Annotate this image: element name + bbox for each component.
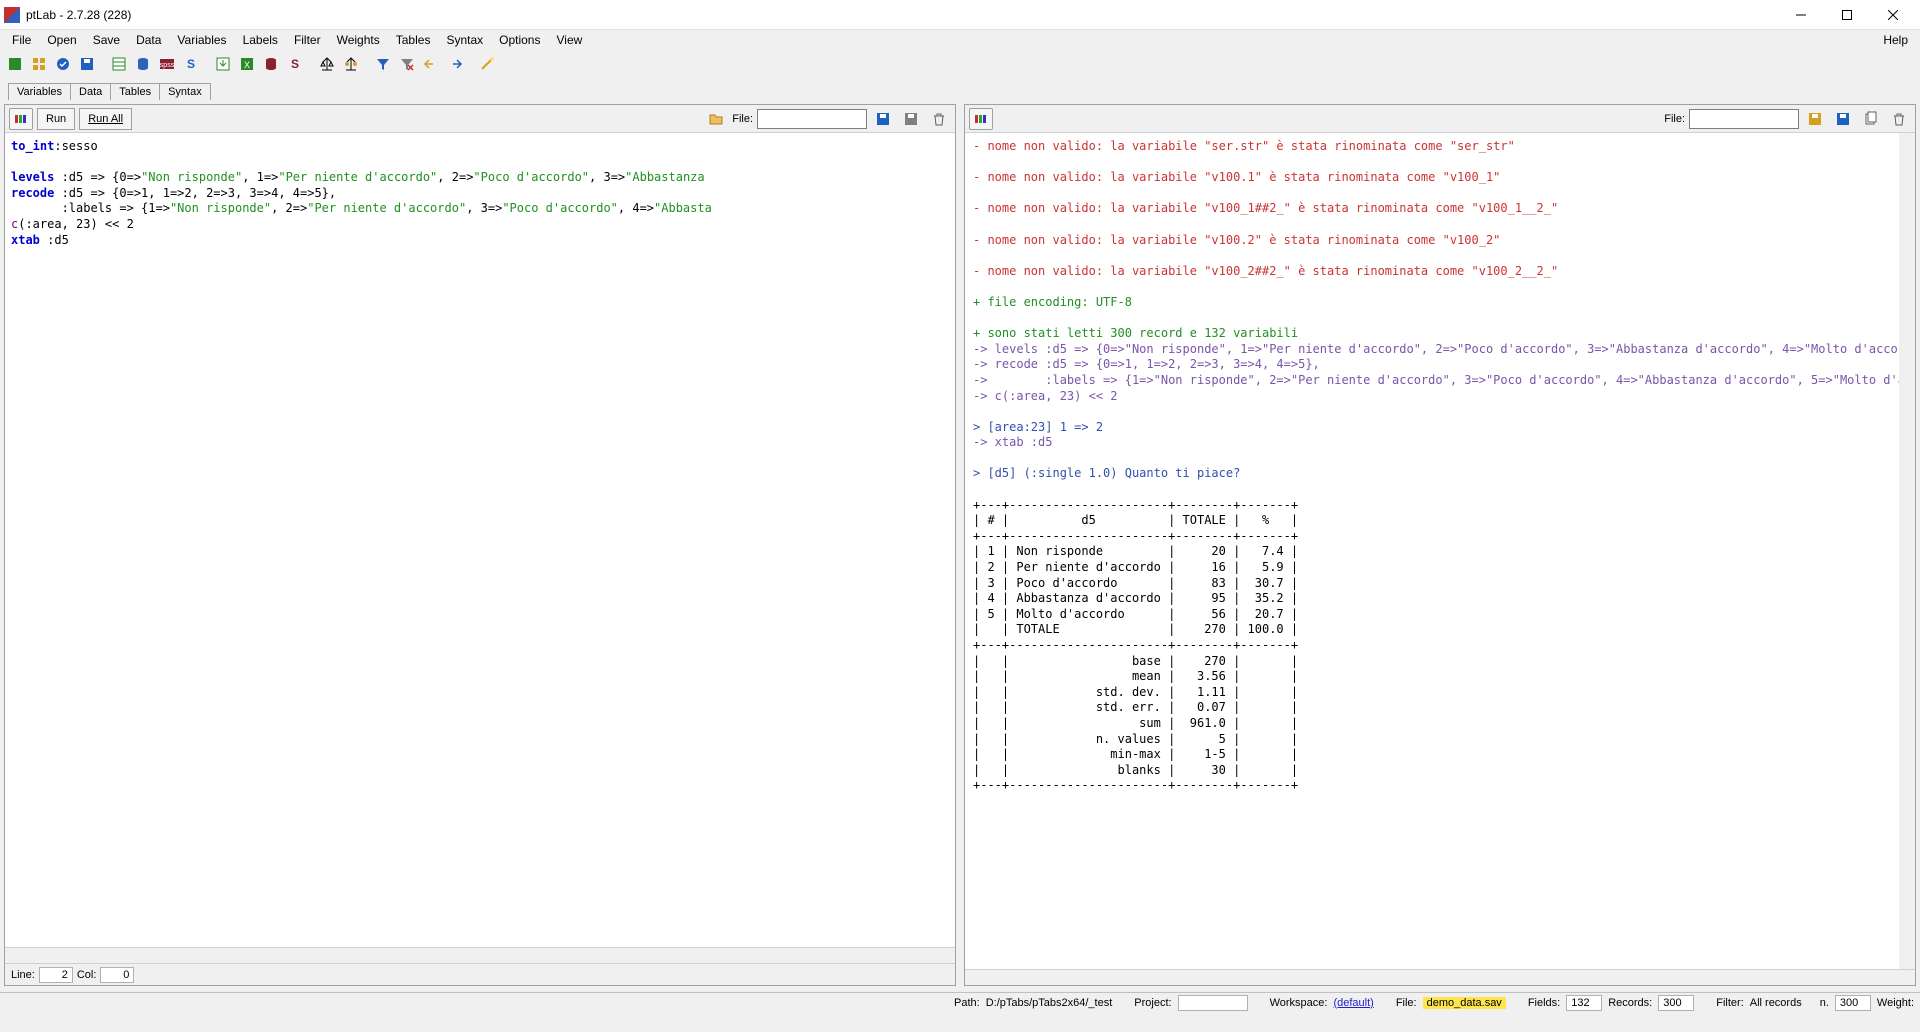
trash-icon[interactable] [927, 108, 951, 130]
editor-file-input[interactable] [757, 109, 867, 129]
status-filter-value: All records [1750, 997, 1802, 1009]
tab-syntax[interactable]: Syntax [159, 83, 211, 100]
tb-balance-icon[interactable] [316, 53, 338, 75]
output-copy-icon[interactable] [1859, 108, 1883, 130]
menu-labels[interactable]: Labels [235, 31, 286, 49]
output-console[interactable]: - nome non valido: la variabile "ser.str… [965, 133, 1899, 969]
tb-spss-icon[interactable]: spss [156, 53, 178, 75]
output-save-as-icon[interactable] [1831, 108, 1855, 130]
menu-open[interactable]: Open [39, 31, 84, 49]
col-value: 0 [100, 967, 134, 983]
tb-refresh-icon[interactable] [52, 53, 74, 75]
open-file-icon[interactable] [704, 108, 728, 130]
svg-text:S: S [291, 57, 299, 71]
tab-variables[interactable]: Variables [8, 83, 71, 100]
menu-data[interactable]: Data [128, 31, 169, 49]
tb-s2-icon[interactable]: S [284, 53, 306, 75]
close-button[interactable] [1870, 0, 1916, 30]
maximize-button[interactable] [1824, 0, 1870, 30]
save-as-icon[interactable] [899, 108, 923, 130]
line-label: Line: [11, 969, 35, 981]
menu-bar: File Open Save Data Variables Labels Fil… [0, 30, 1920, 50]
main-toolbar: spss S X S [0, 50, 1920, 78]
status-path-label: Path: [954, 997, 980, 1009]
status-project-value [1178, 995, 1248, 1011]
output-vscroll[interactable] [1899, 133, 1915, 969]
tab-data[interactable]: Data [70, 83, 111, 100]
status-filter-label: Filter: [1716, 997, 1744, 1009]
status-fields-value: 132 [1566, 995, 1602, 1011]
menu-view[interactable]: View [548, 31, 590, 49]
svg-text:S: S [187, 57, 195, 71]
editor-file-label: File: [732, 113, 753, 125]
app-icon [4, 7, 20, 23]
menu-help[interactable]: Help [1875, 31, 1916, 49]
status-path-value: D:/pTabs/pTabs2x64/_test [986, 997, 1113, 1009]
tb-excel-icon[interactable]: X [236, 53, 258, 75]
tb-s-icon[interactable]: S [180, 53, 202, 75]
status-bar: Path: D:/pTabs/pTabs2x64/_test Project: … [0, 992, 1920, 1012]
tb-grid-icon[interactable] [28, 53, 50, 75]
status-n-label: n. [1820, 997, 1829, 1009]
tb-save-icon[interactable] [76, 53, 98, 75]
tb-db-icon[interactable] [132, 53, 154, 75]
run-all-button[interactable]: Run All [79, 108, 132, 130]
editor-status-bar: Line: 2 Col: 0 [5, 963, 955, 985]
save-icon[interactable] [871, 108, 895, 130]
status-records-label: Records: [1608, 997, 1652, 1009]
menu-file[interactable]: File [4, 31, 39, 49]
output-trash-icon[interactable] [1887, 108, 1911, 130]
tab-tables[interactable]: Tables [110, 83, 160, 100]
svg-text:spss: spss [160, 62, 175, 69]
tb-balance2-icon[interactable] [340, 53, 362, 75]
workspace-tabs: Variables Data Tables Syntax [0, 78, 1920, 100]
status-records-value: 300 [1658, 995, 1694, 1011]
col-label: Col: [77, 969, 97, 981]
tb-export-icon[interactable] [212, 53, 234, 75]
status-workspace-label: Workspace: [1270, 997, 1328, 1009]
status-weight-label: Weight: [1877, 997, 1914, 1009]
editor-toolbar: Run Run All File: [5, 105, 955, 133]
status-file-label: File: [1396, 997, 1417, 1009]
status-fields-label: Fields: [1528, 997, 1560, 1009]
svg-text:X: X [244, 60, 250, 70]
output-pane: File: - nome non valido: la variabile "s… [964, 104, 1916, 986]
editor-hscroll[interactable] [5, 947, 955, 963]
tb-table-green-icon[interactable] [108, 53, 130, 75]
minimize-button[interactable] [1778, 0, 1824, 30]
tb-funnel-icon[interactable] [372, 53, 394, 75]
tb-redo-icon[interactable] [444, 53, 466, 75]
tb-run-icon[interactable] [4, 53, 26, 75]
title-bar: ptLab - 2.7.28 (228) [0, 0, 1920, 30]
output-toolbar: File: [965, 105, 1915, 133]
syntax-editor[interactable]: to_int:sesso levels :d5 => {0=>"Non risp… [5, 133, 955, 947]
editor-colors-icon[interactable] [9, 108, 33, 130]
output-colors-icon[interactable] [969, 108, 993, 130]
tb-funnel-x-icon[interactable] [396, 53, 418, 75]
status-n-value: 300 [1835, 995, 1871, 1011]
output-file-label: File: [1664, 113, 1685, 125]
menu-save[interactable]: Save [85, 31, 128, 49]
tb-wand-icon[interactable] [476, 53, 498, 75]
status-workspace-value[interactable]: (default) [1333, 997, 1373, 1009]
menu-filter[interactable]: Filter [286, 31, 329, 49]
output-hscroll[interactable] [965, 969, 1915, 985]
tb-db2-icon[interactable] [260, 53, 282, 75]
tb-undo-icon[interactable] [420, 53, 442, 75]
menu-weights[interactable]: Weights [329, 31, 388, 49]
status-file-value: demo_data.sav [1423, 997, 1506, 1009]
editor-pane: Run Run All File: to_int:sesso levels :d… [4, 104, 956, 986]
window-title: ptLab - 2.7.28 (228) [26, 8, 1778, 22]
line-value: 2 [39, 967, 73, 983]
output-save-icon[interactable] [1803, 108, 1827, 130]
menu-variables[interactable]: Variables [169, 31, 234, 49]
status-project-label: Project: [1134, 997, 1171, 1009]
menu-options[interactable]: Options [491, 31, 548, 49]
output-file-input[interactable] [1689, 109, 1799, 129]
main-split: Run Run All File: to_int:sesso levels :d… [0, 100, 1920, 990]
menu-tables[interactable]: Tables [388, 31, 439, 49]
run-button[interactable]: Run [37, 108, 75, 130]
menu-syntax[interactable]: Syntax [438, 31, 491, 49]
